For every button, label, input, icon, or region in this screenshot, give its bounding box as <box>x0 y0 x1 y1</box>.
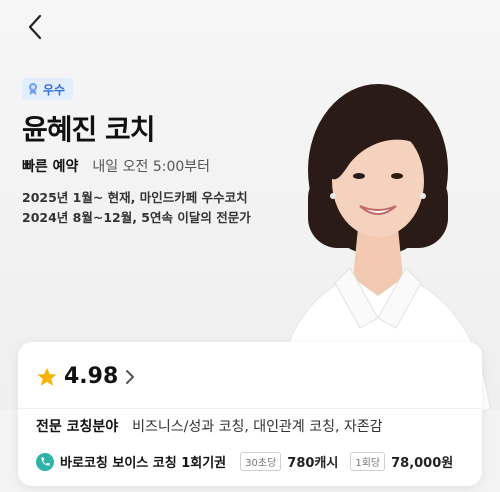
price-unit-tag: 1회당 <box>350 452 386 471</box>
chevron-right-icon <box>126 369 135 384</box>
quick-booking: 빠른 예약 내일 오전 5:00부터 <box>22 156 210 176</box>
medal-icon <box>29 83 37 95</box>
chevron-left-icon <box>28 14 42 40</box>
coaching-field-label: 전문 코칭분야 <box>36 419 119 435</box>
quick-booking-label: 빠른 예약 <box>22 159 79 175</box>
price-cash: 780캐시 <box>287 456 339 471</box>
history-line: 2024년 8월~12월, 5연속 이달의 전문가 <box>22 210 251 225</box>
phone-icon <box>36 452 54 471</box>
divider <box>18 408 482 409</box>
back-button[interactable] <box>18 10 52 44</box>
product-name: 바로코칭 보이스 코칭 1회기권 <box>60 456 227 471</box>
product-row[interactable]: 바로코칭 보이스 코칭 1회기권 30초당 780캐시 1회당 78,000원 <box>36 452 459 471</box>
star-icon <box>37 367 57 386</box>
history-line: 2025년 1월~ 현재, 마인드카페 우수코치 <box>22 190 248 205</box>
coach-name: 윤혜진 코치 <box>22 113 156 146</box>
rating-value: 4.98 <box>64 364 119 389</box>
coaching-field-value: 비즈니스/성과 코칭, 대인관계 코칭, 자존감 <box>132 419 383 435</box>
rating-link[interactable]: 4.98 <box>36 364 136 389</box>
quick-booking-time: 내일 오전 5:00부터 <box>92 159 211 175</box>
top-coach-badge: 우수 <box>22 78 74 100</box>
coaching-field-row: 전문 코칭분야 비즈니스/성과 코칭, 대인관계 코칭, 자존감 <box>36 416 383 436</box>
price-won: 78,000원 <box>391 456 454 471</box>
price-unit-tag: 30초당 <box>240 452 282 471</box>
coach-history: 2025년 1월~ 현재, 마인드카페 우수코치 2024년 8월~12월, 5… <box>22 188 251 228</box>
badge-label: 우수 <box>43 82 66 97</box>
coach-info-card: 4.98 전문 코칭분야 비즈니스/성과 코칭, 대인관계 코칭, 자존감 바로… <box>18 342 482 486</box>
